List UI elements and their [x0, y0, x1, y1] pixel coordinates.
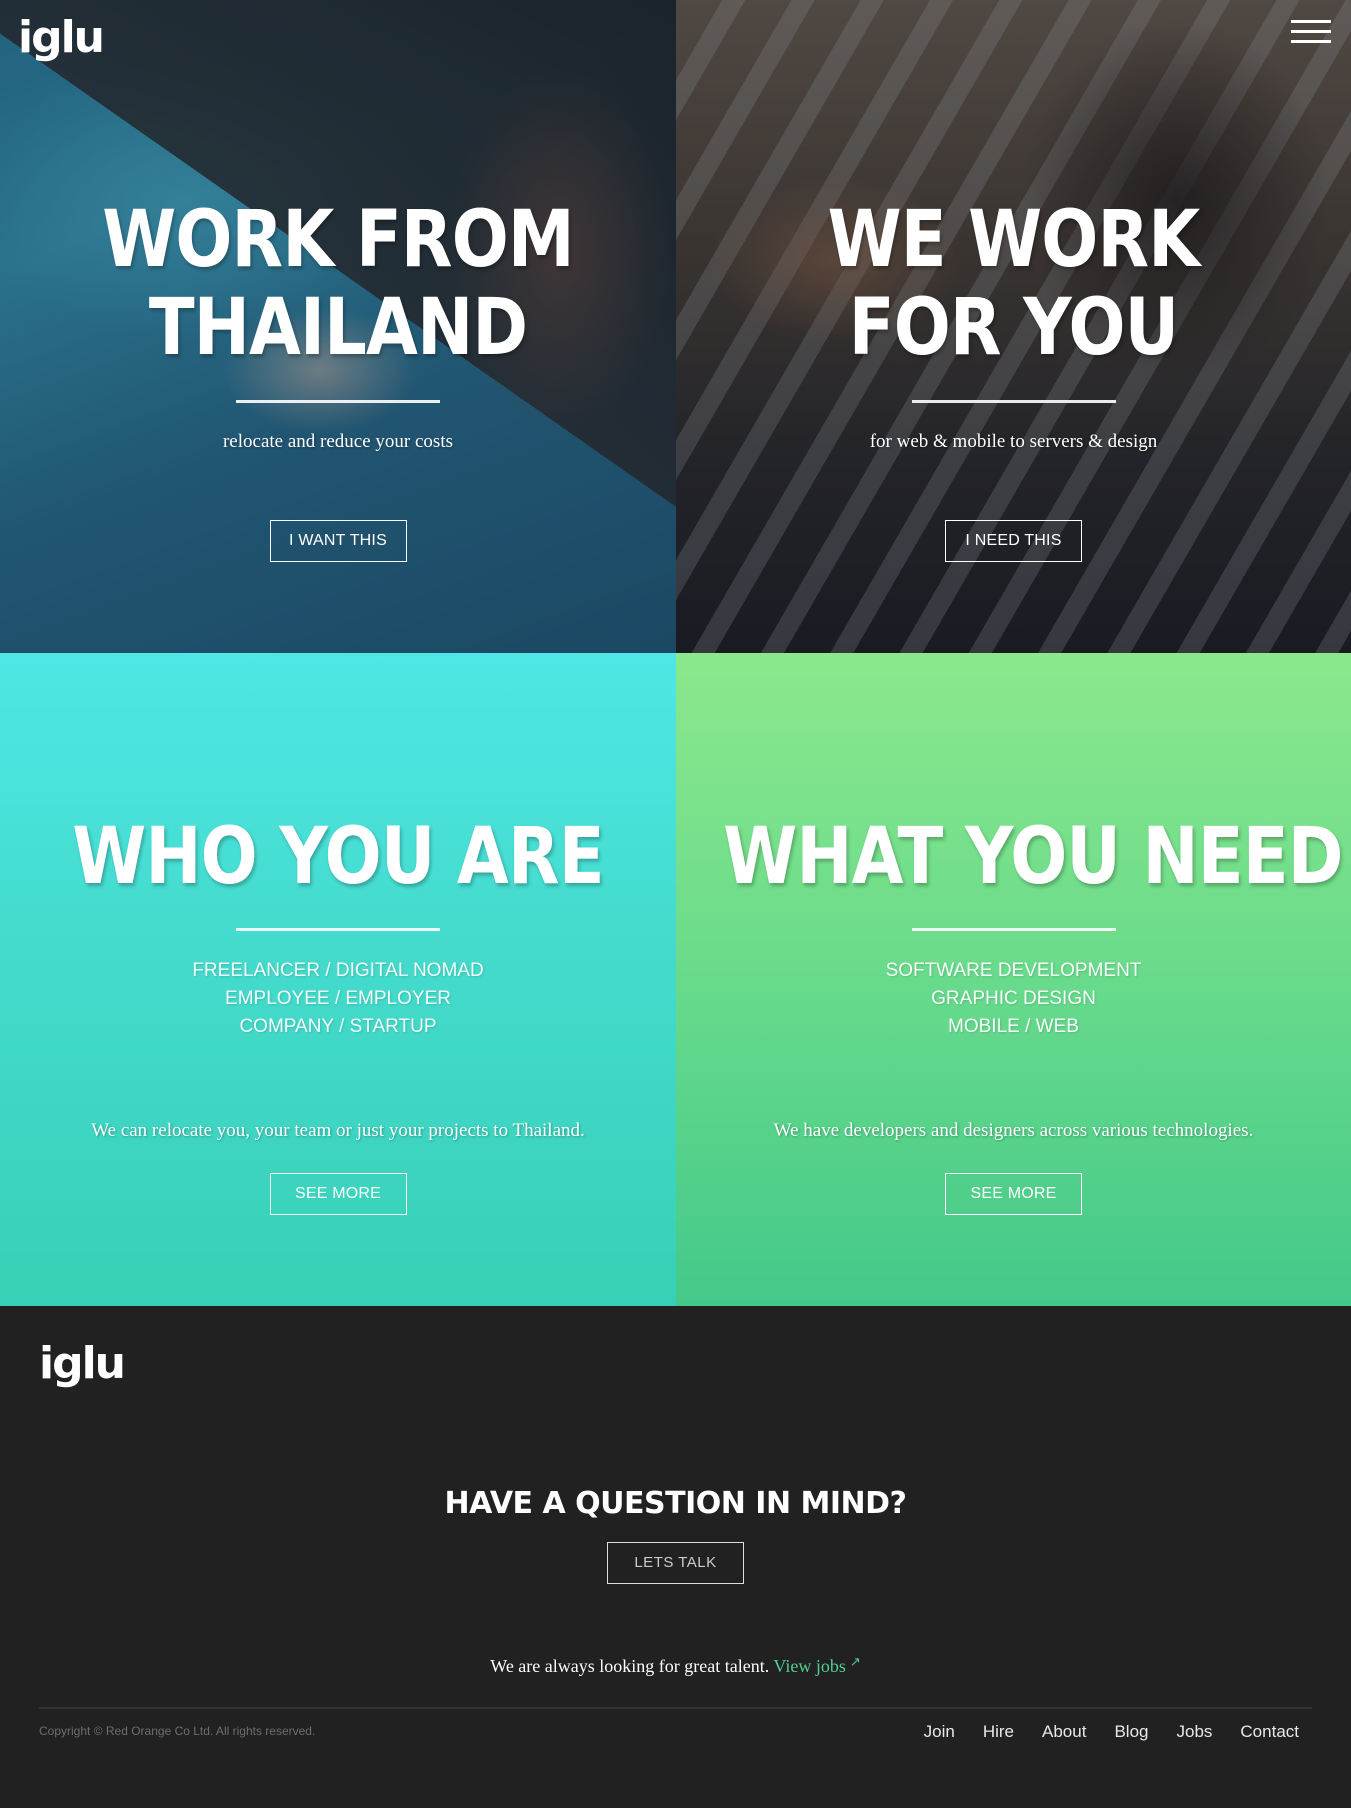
who-you-are-panel: WHO YOU ARE FREELANCER / DIGITAL NOMAD E… — [0, 653, 676, 1306]
footer-nav-hire[interactable]: Hire — [983, 1722, 1014, 1742]
view-jobs-link[interactable]: View jobs — [773, 1656, 845, 1676]
who-you-are-list: FREELANCER / DIGITAL NOMAD EMPLOYEE / EM… — [0, 957, 676, 1041]
lets-talk-button[interactable]: LETS TALK — [607, 1542, 744, 1584]
work-from-thailand-title: WORK FROM THAILAND — [102, 195, 574, 373]
footer-nav-join[interactable]: Join — [924, 1722, 955, 1742]
what-you-need-description: We have developers and designers across … — [773, 1120, 1254, 1141]
see-more-button[interactable]: SEE MORE — [269, 1173, 407, 1215]
list-item: COMPANY / STARTUP — [239, 1016, 437, 1037]
question-heading: HAVE A QUESTION IN MIND? — [444, 1486, 907, 1521]
we-work-for-you-panel: WE WORK FOR YOU for web & mobile to serv… — [676, 0, 1351, 653]
copyright-text: Copyright © Red Orange Co Ltd. All right… — [39, 1724, 316, 1738]
title-divider — [911, 928, 1116, 931]
footer-logo[interactable]: iglu — [39, 1340, 126, 1388]
footer-nav: Join Hire About Blog Jobs Contact — [924, 1722, 1299, 1742]
hamburger-menu-icon[interactable] — [1291, 20, 1331, 44]
i-want-this-button[interactable]: I WANT THIS — [269, 520, 407, 562]
arrow-up-right-icon: ↗ — [849, 1654, 861, 1669]
footer-nav-about[interactable]: About — [1042, 1722, 1086, 1742]
list-item: MOBILE / WEB — [948, 1016, 1079, 1037]
we-work-for-you-subtitle: for web & mobile to servers & design — [869, 431, 1158, 452]
i-need-this-button[interactable]: I NEED THIS — [945, 520, 1082, 562]
title-divider — [236, 928, 440, 931]
list-item: SOFTWARE DEVELOPMENT — [885, 960, 1142, 981]
iglu-logo[interactable]: iglu — [18, 14, 105, 62]
list-item: GRAPHIC DESIGN — [931, 988, 1096, 1009]
we-work-for-you-title: WE WORK FOR YOU — [827, 195, 1201, 373]
talent-text: We are always looking for great talent. … — [490, 1654, 861, 1676]
footer-nav-jobs[interactable]: Jobs — [1176, 1722, 1212, 1742]
list-item: FREELANCER / DIGITAL NOMAD — [192, 960, 484, 981]
list-item: EMPLOYEE / EMPLOYER — [225, 988, 451, 1009]
who-you-are-title: WHO YOU ARE — [72, 812, 604, 902]
footer-nav-blog[interactable]: Blog — [1114, 1722, 1148, 1742]
work-from-thailand-subtitle: relocate and reduce your costs — [222, 431, 453, 452]
title-divider — [911, 400, 1116, 403]
work-from-thailand-panel: WORK FROM THAILAND relocate and reduce y… — [0, 0, 676, 653]
footer-nav-contact[interactable]: Contact — [1240, 1722, 1299, 1742]
title-divider — [236, 400, 440, 403]
what-you-need-list: SOFTWARE DEVELOPMENT GRAPHIC DESIGN MOBI… — [676, 957, 1351, 1041]
footer-divider — [39, 1707, 1312, 1709]
what-you-need-panel: WHAT YOU NEED SOFTWARE DEVELOPMENT GRAPH… — [676, 653, 1351, 1306]
footer: iglu HAVE A QUESTION IN MIND? LETS TALK … — [0, 1306, 1351, 1808]
hero-grid: WORK FROM THAILAND relocate and reduce y… — [0, 0, 1351, 1306]
see-more-button[interactable]: SEE MORE — [945, 1173, 1082, 1215]
what-you-need-title: WHAT YOU NEED — [723, 812, 1343, 902]
who-you-are-description: We can relocate you, your team or just y… — [91, 1120, 585, 1141]
